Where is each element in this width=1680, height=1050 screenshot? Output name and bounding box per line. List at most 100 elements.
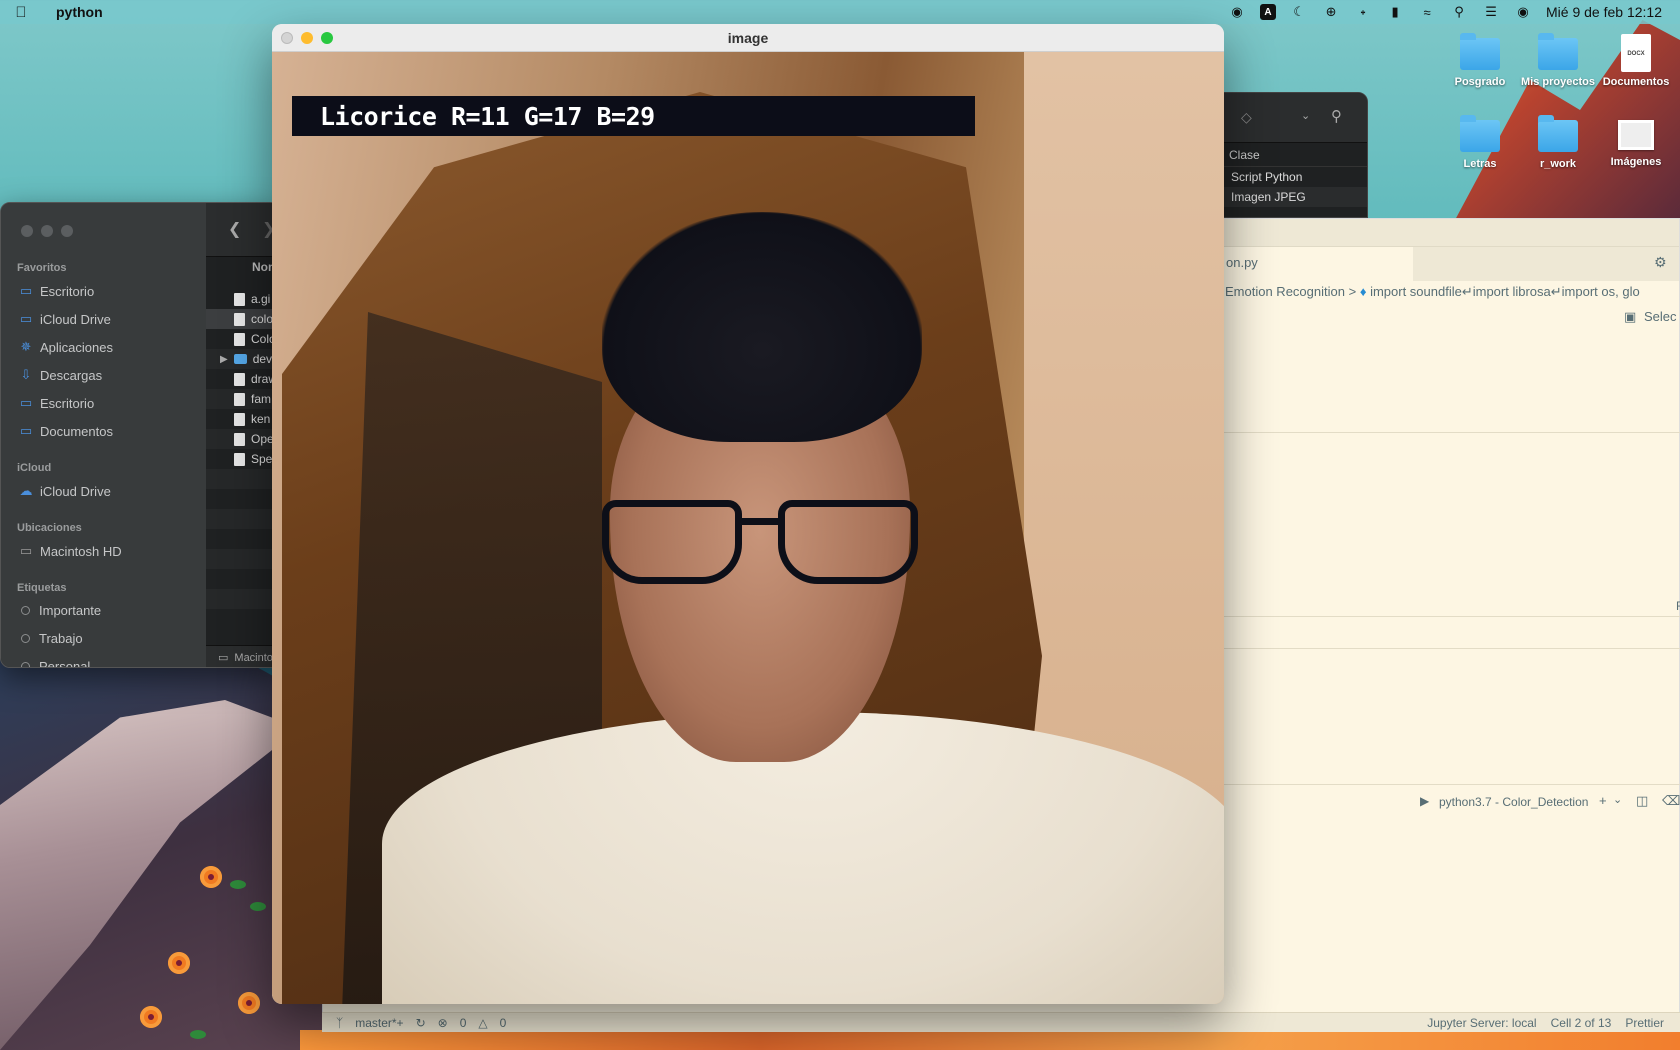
desktop-folder-mis-proyectos[interactable]: Mis proyectos xyxy=(1518,33,1598,89)
prettier-status[interactable]: Prettier xyxy=(1625,1016,1664,1030)
a-box-icon[interactable]: A xyxy=(1260,4,1277,20)
sidebar-item-personal[interactable]: Personal xyxy=(19,659,90,667)
error-count[interactable]: 0 xyxy=(460,1016,467,1030)
battery-icon[interactable]: ▮ xyxy=(1386,4,1404,20)
editor-tab-label[interactable]: on.py xyxy=(1226,255,1258,270)
list-item[interactable]: a.gi xyxy=(206,289,279,309)
select-kernel-button[interactable]: Selec xyxy=(1644,309,1677,324)
folder-icon xyxy=(1460,115,1500,152)
sidebar-item-icloud-drive[interactable]: ▭ iCloud Drive xyxy=(19,311,111,327)
list-item[interactable]: KB Imagen JPEG xyxy=(1201,187,1367,207)
webcam-image[interactable]: Licorice R=11 G=17 B=29 xyxy=(272,52,1224,1004)
sidebar-item-documentos[interactable]: ▭ Documentos xyxy=(19,423,113,439)
back-icon[interactable]: ❮ xyxy=(228,219,241,239)
trash-icon[interactable]: ⌫ xyxy=(1662,793,1680,809)
sync-icon[interactable]: ↻ xyxy=(416,1016,426,1030)
notification-badge-icon[interactable]: ◉ xyxy=(1228,4,1246,20)
desktop-file-documentos[interactable]: DOCX Documentos xyxy=(1596,34,1676,89)
sidebar-item-escritorio-2[interactable]: ▭ Escritorio xyxy=(19,395,94,411)
file-icon xyxy=(234,452,245,466)
folder-icon xyxy=(233,354,247,364)
sidebar-item-icloud-drive-2[interactable]: ☁ iCloud Drive xyxy=(19,483,111,499)
breadcrumb-code[interactable]: import soundfile↵import librosa↵import o… xyxy=(1370,284,1640,299)
cell-position[interactable]: Cell 2 of 13 xyxy=(1551,1016,1612,1030)
sidebar-item-macintosh-hd[interactable]: ▭ Macintosh HD xyxy=(19,543,122,559)
sidebar-item-escritorio[interactable]: ▭ Escritorio xyxy=(19,283,94,299)
chevron-down-icon[interactable]: ⌄ xyxy=(1613,793,1622,806)
leaf-decoration xyxy=(190,1030,206,1039)
search-icon[interactable]: ⚲ xyxy=(1331,107,1342,125)
list-item[interactable]: ken xyxy=(206,409,279,429)
sidebar-item-aplicaciones[interactable]: ✵ Aplicaciones xyxy=(19,339,113,355)
chevron-down-icon[interactable]: ⌄ xyxy=(1301,109,1310,122)
column-header-clase[interactable]: Clase xyxy=(1201,143,1367,167)
list-item[interactable]: ▶ dev xyxy=(206,349,279,369)
image-window[interactable]: image Licorice R=11 G=17 B=29 xyxy=(272,24,1224,1004)
path-bar[interactable]: ▭ Macinto xyxy=(206,645,279,667)
minimize-button[interactable] xyxy=(41,225,53,237)
menu-status-area: ◉ A ☾ ⊕ ᛭ ▮ ≈ ⚲ ☰ ◉ Mié 9 de feb 12:12 xyxy=(1228,4,1680,20)
cell-divider xyxy=(1222,784,1680,785)
menu-app-name[interactable]: python xyxy=(56,4,103,20)
select-kernel-icon[interactable]: ▣ xyxy=(1624,309,1636,325)
git-branch[interactable]: master*+ xyxy=(355,1016,403,1030)
photo-hair xyxy=(602,212,922,442)
image-window-titlebar[interactable]: image xyxy=(272,24,1224,52)
list-item[interactable]: Colo xyxy=(206,329,279,349)
wifi-icon[interactable]: ≈ xyxy=(1418,4,1436,20)
zoom-button[interactable] xyxy=(61,225,73,237)
menu-datetime[interactable]: Mié 9 de feb 12:12 xyxy=(1546,4,1662,20)
close-button[interactable] xyxy=(281,32,293,44)
sidebar-item-descargas[interactable]: ⇩ Descargas xyxy=(19,367,103,383)
list-item[interactable]: Spe xyxy=(206,449,279,469)
list-item[interactable]: draw xyxy=(206,369,279,389)
window-title: image xyxy=(727,29,769,46)
applications-icon: ✵ xyxy=(20,339,32,354)
download-icon: ⇩ xyxy=(20,367,32,382)
window-controls xyxy=(281,32,333,44)
image-file-icon xyxy=(234,412,245,426)
gear-icon[interactable]: ⚙ xyxy=(1654,254,1667,271)
list-item[interactable]: colo xyxy=(206,309,279,329)
apple-icon[interactable]:  xyxy=(0,4,42,21)
sync-icon[interactable]: ⊕ xyxy=(1322,4,1340,20)
minimize-button[interactable] xyxy=(301,32,313,44)
disclosure-triangle-icon[interactable]: ▶ xyxy=(220,354,228,365)
split-icon[interactable]: ◫ xyxy=(1636,793,1648,809)
desktop-folder-posgrado[interactable]: Posgrado xyxy=(1440,33,1520,89)
cell-edge-label: F xyxy=(1676,599,1680,613)
control-center-icon[interactable]: ☰ xyxy=(1482,4,1500,20)
sidebar-section-title: iCloud xyxy=(17,462,52,474)
desktop-folder-letras[interactable]: Letras xyxy=(1440,115,1520,171)
close-button[interactable] xyxy=(21,225,33,237)
bluetooth-icon[interactable]: ᛭ xyxy=(1354,4,1372,20)
breadcrumb-project[interactable]: Emotion Recognition xyxy=(1225,284,1345,299)
finder-window[interactable]: Favoritos ▭ Escritorio ▭ iCloud Drive ✵ Apl… xyxy=(0,202,280,668)
folder-icon xyxy=(1538,115,1578,152)
sidebar-item-importante[interactable]: Importante xyxy=(19,603,101,618)
list-item[interactable]: KB Script Python xyxy=(1201,167,1367,187)
add-icon[interactable]: + xyxy=(1599,793,1607,808)
desktop-folder-r-work[interactable]: r_work xyxy=(1518,115,1598,171)
warning-icon[interactable]: △ xyxy=(478,1016,487,1030)
moon-icon[interactable]: ☾ xyxy=(1290,4,1308,20)
folder-icon xyxy=(1460,33,1500,70)
finder-window-secondary[interactable]: ◇ ⌄ ⚲ Clase KB Script Python KB Imagen J… xyxy=(1200,92,1368,218)
column-header-name[interactable]: Nom xyxy=(206,257,279,277)
list-item[interactable]: fam xyxy=(206,389,279,409)
tag-dot-icon xyxy=(21,662,30,667)
photo-glasses xyxy=(602,500,922,584)
tag-dot-icon xyxy=(21,606,30,615)
error-icon[interactable]: ⊗ xyxy=(438,1016,448,1030)
siri-icon[interactable]: ◉ xyxy=(1514,4,1532,20)
sidebar-item-trabajo[interactable]: Trabajo xyxy=(19,631,83,646)
list-item[interactable]: Ope xyxy=(206,429,279,449)
zoom-button[interactable] xyxy=(321,32,333,44)
branch-icon[interactable]: ᛉ xyxy=(336,1016,343,1030)
desktop-file-imagenes[interactable]: Imágenes xyxy=(1596,120,1676,169)
warning-count[interactable]: 0 xyxy=(500,1016,507,1030)
jupyter-server-status[interactable]: Jupyter Server: local xyxy=(1427,1016,1536,1030)
search-icon[interactable]: ⚲ xyxy=(1450,4,1468,20)
kernel-label[interactable]: python3.7 - Color_Detection xyxy=(1439,795,1588,809)
tag-icon[interactable]: ◇ xyxy=(1241,109,1252,126)
